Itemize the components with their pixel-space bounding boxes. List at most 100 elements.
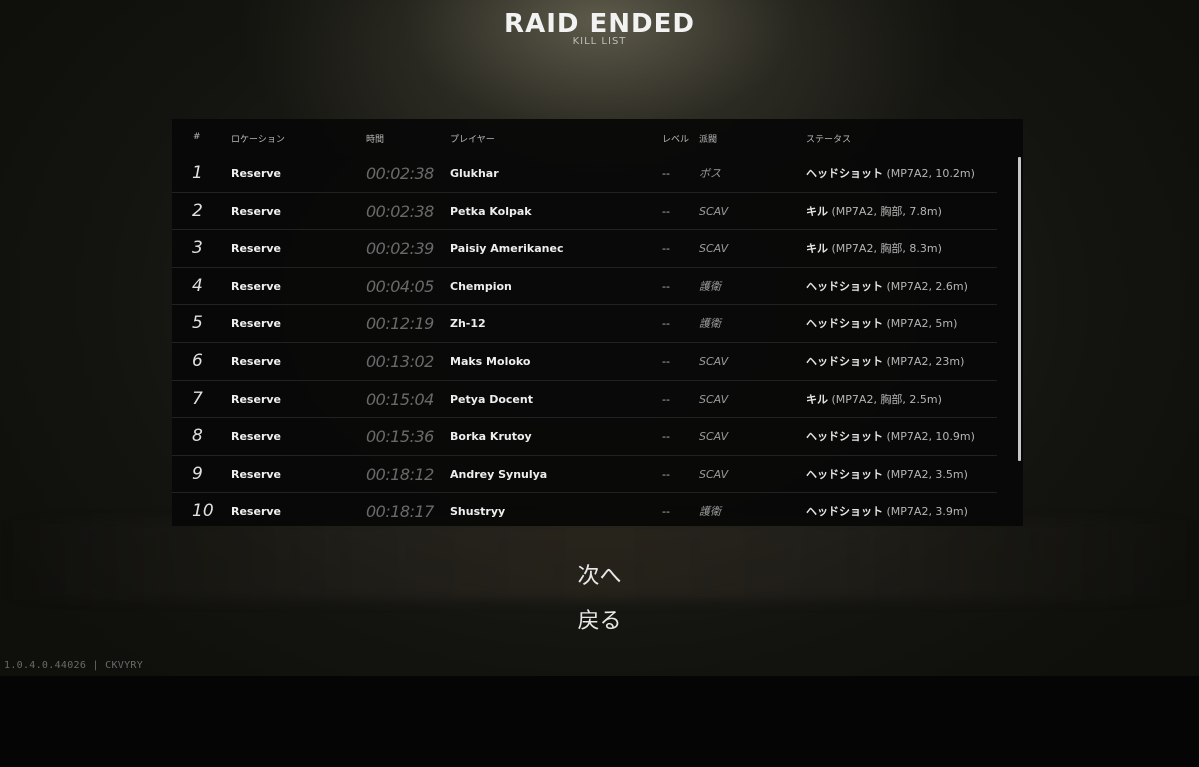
row-status: キル (MP7A2, 胸部, 7.8m)	[806, 193, 942, 230]
row-faction: SCAV	[699, 204, 729, 218]
back-button[interactable]: 戻る	[0, 603, 1199, 635]
status-detail: (MP7A2, 10.9m)	[886, 430, 975, 444]
row-location: Reserve	[231, 430, 281, 444]
row-location: Reserve	[231, 242, 281, 256]
page-subtitle: KILL LIST	[572, 36, 627, 47]
row-faction: 護衛	[699, 317, 721, 331]
next-button[interactable]: 次へ	[0, 558, 1199, 590]
row-number: 7	[192, 388, 203, 409]
table-row[interactable]: 5 Reserve 00:12:19 Zh-12 -- 護衛 ヘッドショット (MP7A2,…	[172, 305, 997, 343]
table-row[interactable]: 1 Reserve 00:02:38 Glukhar -- ボス ヘッドショット (MP7A…	[172, 155, 997, 193]
status-detail: (MP7A2, 5m)	[886, 317, 958, 331]
row-time: 00:18:12	[366, 464, 434, 484]
row-player: Shustryy	[450, 505, 506, 519]
row-time: 00:15:04	[366, 389, 434, 409]
row-time: 00:02:38	[366, 201, 434, 221]
row-location: Reserve	[231, 204, 281, 218]
status-label: ヘッドショット	[806, 467, 883, 481]
row-location: Reserve	[231, 505, 281, 519]
title-block: RAID ENDED KILL LIST	[0, 8, 1199, 47]
status-label: ヘッドショット	[806, 167, 883, 180]
row-player: Petka Kolpak	[450, 204, 532, 218]
table-row[interactable]: 10 Reserve 00:18:17 Shustryy -- 護衛 ヘッドショット (MP…	[172, 493, 997, 526]
header-level: レベル	[662, 135, 690, 145]
kill-list-panel: # ロケーション 時間 プレイヤー レベル 派閥 ステータス 1 Reserve 0…	[172, 119, 1023, 526]
row-number: 1	[192, 163, 203, 183]
status-detail: (MP7A2, 胸部, 8.3m)	[831, 242, 942, 256]
row-level: --	[662, 505, 670, 519]
row-number: 2	[192, 200, 203, 221]
bottom-band	[0, 676, 1199, 767]
table-row[interactable]: 7 Reserve 00:15:04 Petya Docent -- SCAV キル (MP…	[172, 381, 997, 419]
status-detail: (MP7A2, 10.2m)	[886, 167, 975, 180]
header-faction: 派閥	[699, 135, 718, 145]
row-level: --	[662, 392, 670, 406]
row-level: --	[662, 467, 670, 481]
row-status: ヘッドショット (MP7A2, 3.9m)	[806, 493, 968, 526]
row-level: --	[662, 242, 670, 256]
row-status: ヘッドショット (MP7A2, 3.5m)	[806, 456, 968, 493]
status-label: ヘッドショット	[806, 430, 883, 444]
status-detail: (MP7A2, 3.5m)	[886, 467, 968, 481]
row-status: ヘッドショット (MP7A2, 5m)	[806, 305, 957, 342]
row-level: --	[662, 279, 670, 293]
row-time: 00:04:05	[366, 276, 434, 296]
row-level: --	[662, 430, 670, 444]
row-player: Petya Docent	[450, 392, 533, 406]
version-label: 1.0.4.0.44026 | CKVYRY	[4, 660, 144, 671]
row-player: Zh-12	[450, 317, 486, 331]
row-number: 8	[192, 426, 203, 447]
row-number: 9	[192, 463, 203, 484]
row-faction: SCAV	[699, 430, 729, 444]
table-row[interactable]: 6 Reserve 00:13:02 Maks Moloko -- SCAV ヘッドショット…	[172, 343, 997, 381]
row-status: ヘッドショット (MP7A2, 10.9m)	[806, 418, 975, 455]
header-location: ロケーション	[231, 135, 285, 145]
header-time: 時間	[366, 135, 385, 145]
table-row[interactable]: 9 Reserve 00:18:12 Andrey Synulya -- SCAV ヘッドシ…	[172, 456, 997, 494]
row-time: 00:12:19	[366, 314, 434, 334]
row-player: Chempion	[450, 279, 512, 293]
status-label: ヘッドショット	[806, 317, 883, 331]
header-player: プレイヤー	[450, 135, 495, 145]
kill-list-rows: 1 Reserve 00:02:38 Glukhar -- ボス ヘッドショット (MP7A…	[172, 155, 1023, 526]
status-detail: (MP7A2, 3.9m)	[886, 505, 968, 519]
row-location: Reserve	[231, 317, 281, 331]
table-row[interactable]: 4 Reserve 00:04:05 Chempion -- 護衛 ヘッドショット (MP7…	[172, 268, 997, 306]
row-level: --	[662, 317, 670, 331]
row-location: Reserve	[231, 279, 281, 293]
row-player: Paisiy Amerikanec	[450, 242, 564, 256]
row-number: 5	[192, 313, 203, 334]
status-label: キル	[806, 392, 828, 406]
row-faction: 護衛	[699, 505, 721, 519]
row-status: ヘッドショット (MP7A2, 2.6m)	[806, 268, 968, 305]
status-detail: (MP7A2, 胸部, 7.8m)	[831, 204, 942, 218]
row-status: キル (MP7A2, 胸部, 2.5m)	[806, 381, 942, 418]
row-number: 4	[192, 275, 203, 296]
row-time: 00:13:02	[366, 351, 434, 371]
row-faction: SCAV	[699, 242, 729, 256]
header-num: #	[193, 132, 201, 142]
row-faction: SCAV	[699, 392, 729, 406]
row-level: --	[662, 204, 670, 218]
row-faction: 護衛	[699, 279, 721, 293]
row-player: Glukhar	[450, 167, 499, 180]
row-status: キル (MP7A2, 胸部, 8.3m)	[806, 230, 942, 267]
row-time: 00:02:39	[366, 239, 434, 259]
table-row[interactable]: 3 Reserve 00:02:39 Paisiy Amerikanec -- SCAV キ…	[172, 230, 997, 268]
row-location: Reserve	[231, 392, 281, 406]
row-faction: SCAV	[699, 354, 729, 368]
table-row[interactable]: 2 Reserve 00:02:38 Petka Kolpak -- SCAV キル (MP…	[172, 193, 997, 231]
row-location: Reserve	[231, 167, 281, 180]
row-level: --	[662, 354, 670, 368]
row-number: 10	[192, 501, 214, 522]
row-player: Borka Krutoy	[450, 430, 532, 444]
status-label: キル	[806, 242, 828, 256]
row-level: --	[662, 167, 670, 180]
status-detail: (MP7A2, 23m)	[886, 354, 965, 368]
row-number: 6	[192, 350, 203, 371]
table-row[interactable]: 8 Reserve 00:15:36 Borka Krutoy -- SCAV ヘッドショッ…	[172, 418, 997, 456]
scrollbar[interactable]	[1018, 157, 1021, 461]
row-faction: ボス	[699, 167, 721, 180]
status-label: ヘッドショット	[806, 279, 883, 293]
row-location: Reserve	[231, 467, 281, 481]
